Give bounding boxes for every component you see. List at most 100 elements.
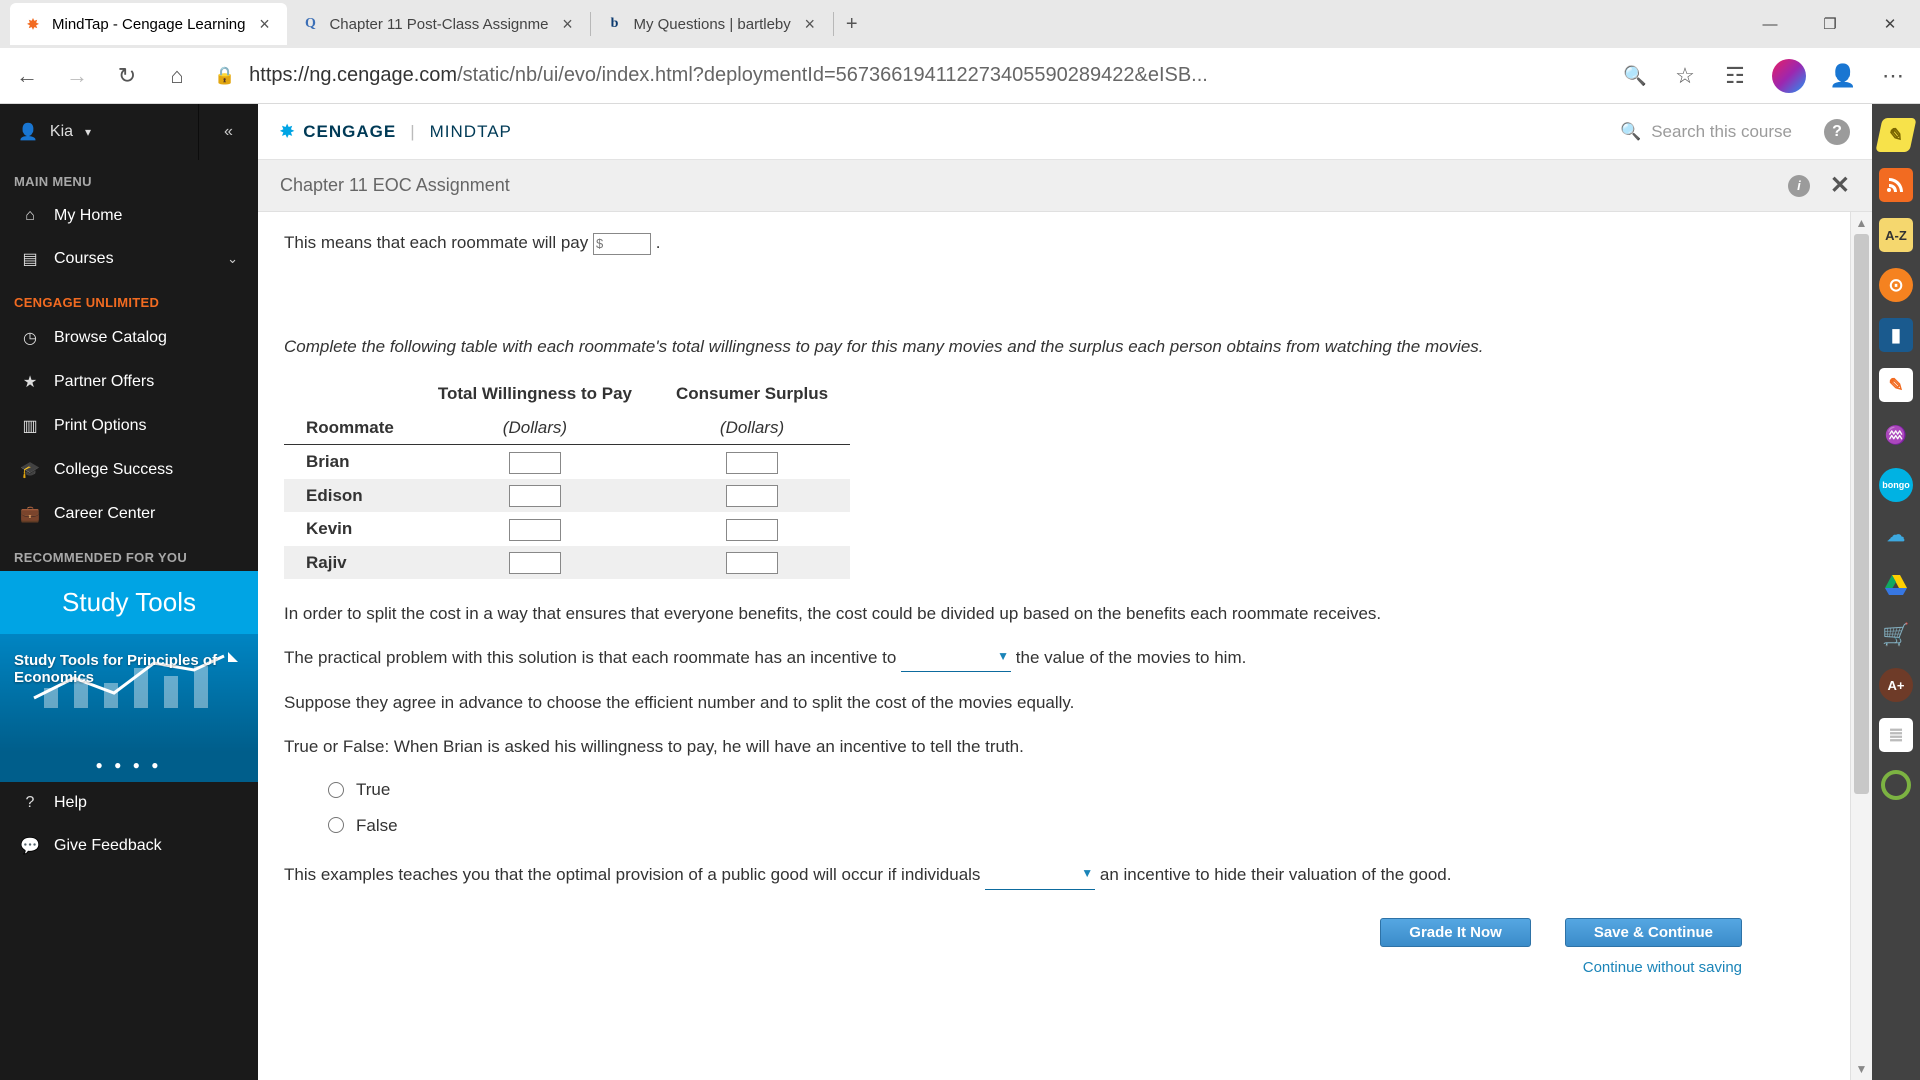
new-tab-button[interactable]: + [834, 13, 870, 36]
grade-it-now-button[interactable]: Grade It Now [1380, 918, 1531, 947]
pay-input[interactable] [593, 233, 651, 255]
wtp-input-kevin[interactable] [509, 519, 561, 541]
search-course[interactable]: 🔍 Search this course [1620, 122, 1792, 142]
brand-logo: ✸ CENGAGE | MINDTAP [280, 122, 512, 142]
surplus-input-rajiv[interactable] [726, 552, 778, 574]
radio-true-row[interactable]: True [328, 777, 1782, 803]
green-ring-icon[interactable] [1879, 768, 1913, 802]
col-header-surplus: Consumer Surplus [654, 377, 850, 411]
tab-mindtap[interactable]: ✸ MindTap - Cengage Learning × [10, 3, 287, 45]
search-icon: 🔍 [1620, 122, 1641, 142]
para-suppose: Suppose they agree in advance to choose … [284, 690, 1782, 716]
collapse-sidebar-button[interactable]: « [198, 104, 258, 160]
willingness-table: Total Willingness to Pay Consumer Surplu… [284, 377, 850, 579]
sidebar-item-college[interactable]: 🎓 College Success [0, 448, 258, 492]
onedrive-icon[interactable]: ☁ [1879, 518, 1913, 552]
text: The practical problem with this solution… [284, 648, 901, 667]
favorites-icon[interactable]: ☶ [1722, 63, 1748, 89]
sidebar: 👤 Kia ▾ « MAIN MENU ⌂ My Home ▤ Courses … [0, 104, 258, 1080]
vertical-scrollbar[interactable]: ▲ ▼ [1850, 212, 1872, 1080]
sidebar-item-print[interactable]: ▥ Print Options [0, 404, 258, 448]
sidebar-item-label: My Home [54, 207, 122, 225]
dropdown-individuals[interactable]: ▼ [985, 862, 1095, 890]
surplus-input-edison[interactable] [726, 485, 778, 507]
notepad-icon[interactable]: ≣ [1879, 718, 1913, 752]
close-assignment-button[interactable]: ✕ [1830, 171, 1850, 200]
surplus-input-kevin[interactable] [726, 519, 778, 541]
radio-false[interactable] [328, 817, 344, 833]
sidebar-item-home[interactable]: ⌂ My Home [0, 195, 258, 237]
notes-icon[interactable]: ✎ [1879, 368, 1913, 402]
home-button[interactable]: ⌂ [164, 63, 190, 89]
textbook-icon[interactable]: ▮ [1879, 318, 1913, 352]
google-drive-icon[interactable] [1879, 568, 1913, 602]
orange-circle-icon[interactable]: ⊙ [1879, 268, 1913, 302]
radio-false-row[interactable]: False [328, 813, 1782, 839]
sidebar-item-courses[interactable]: ▤ Courses ⌄ [0, 237, 258, 281]
back-button[interactable]: ← [14, 63, 40, 89]
text: the value of the movies to him. [1016, 648, 1247, 667]
scroll-thumb[interactable] [1854, 234, 1869, 794]
tab-title: Chapter 11 Post-Class Assignme [329, 16, 548, 33]
text: an incentive to hide their valuation of … [1100, 865, 1452, 884]
sidebar-item-career[interactable]: 💼 Career Center [0, 492, 258, 536]
forward-button[interactable]: → [64, 63, 90, 89]
audio-icon[interactable]: ♒ [1879, 418, 1913, 452]
cart-icon[interactable]: 🛒 [1879, 618, 1913, 652]
url-field[interactable]: 🔒 https://ng.cengage.com/static/nb/ui/ev… [214, 64, 1598, 87]
close-icon[interactable]: × [558, 15, 576, 33]
surplus-input-brian[interactable] [726, 452, 778, 474]
promo-card[interactable]: Study Tools Study Tools for Principles o… [0, 571, 258, 782]
table-instructions: Complete the following table with each r… [284, 334, 1782, 360]
row-name: Brian [284, 445, 416, 479]
maximize-button[interactable]: ❐ [1800, 4, 1860, 44]
brand-mindtap: MINDTAP [430, 122, 512, 142]
url-path: /static/nb/ui/evo/index.html?deploymentI… [457, 64, 1208, 86]
wtp-input-edison[interactable] [509, 485, 561, 507]
sidebar-item-feedback[interactable]: 💬 Give Feedback [0, 824, 258, 868]
aplus-icon[interactable]: A+ [1879, 668, 1913, 702]
continue-without-saving-link[interactable]: Continue without saving [284, 957, 1782, 980]
carousel-dots[interactable]: ● ● ● ● [0, 752, 258, 782]
dropdown-incentive[interactable]: ▼ [901, 645, 1011, 673]
tab-bartleby[interactable]: b My Questions | bartleby × [591, 3, 832, 45]
wtp-input-rajiv[interactable] [509, 552, 561, 574]
highlighter-icon[interactable]: ✎ [1875, 118, 1916, 152]
glossary-icon[interactable]: A-Z [1879, 218, 1913, 252]
scroll-up-icon[interactable]: ▲ [1851, 212, 1872, 234]
sidebar-item-help[interactable]: ? Help [0, 782, 258, 824]
chat-icon: 💬 [20, 836, 40, 856]
info-button[interactable]: i [1788, 175, 1810, 197]
profile-avatar[interactable] [1772, 59, 1806, 93]
help-button[interactable]: ? [1824, 119, 1850, 145]
scroll-down-icon[interactable]: ▼ [1851, 1058, 1872, 1080]
section-main-menu: MAIN MENU [0, 160, 258, 195]
close-window-button[interactable]: ✕ [1860, 4, 1920, 44]
star-outline-icon[interactable]: ☆ [1672, 63, 1698, 89]
zoom-search-icon[interactable]: 🔍 [1622, 63, 1648, 89]
gradcap-icon: 🎓 [20, 460, 40, 480]
save-continue-button[interactable]: Save & Continue [1565, 918, 1742, 947]
user-menu[interactable]: 👤 Kia ▾ [0, 104, 198, 160]
url-host: https://ng.cengage.com [249, 64, 457, 86]
tab-title: My Questions | bartleby [633, 16, 790, 33]
sidebar-item-label: College Success [54, 461, 173, 479]
action-row: Grade It Now Save & Continue [284, 918, 1782, 947]
tab-title: MindTap - Cengage Learning [52, 16, 245, 33]
close-icon[interactable]: × [801, 15, 819, 33]
sidebar-item-browse[interactable]: ◷ Browse Catalog [0, 316, 258, 360]
para-truefalse: True or False: When Brian is asked his w… [284, 734, 1782, 760]
refresh-button[interactable]: ↻ [114, 63, 140, 89]
minimize-button[interactable]: — [1740, 4, 1800, 44]
bongo-icon[interactable]: bongo [1879, 468, 1913, 502]
close-icon[interactable]: × [255, 15, 273, 33]
account-icon[interactable]: 👤 [1830, 63, 1856, 89]
assignment-title: Chapter 11 EOC Assignment [280, 175, 510, 196]
wtp-input-brian[interactable] [509, 452, 561, 474]
more-menu-icon[interactable]: ⋯ [1880, 63, 1906, 89]
tab-chapter11[interactable]: Q Chapter 11 Post-Class Assignme × [287, 3, 590, 45]
sidebar-item-partner[interactable]: ★ Partner Offers [0, 360, 258, 404]
rss-icon[interactable] [1879, 168, 1913, 202]
radio-true[interactable] [328, 782, 344, 798]
b-icon: b [605, 15, 623, 33]
